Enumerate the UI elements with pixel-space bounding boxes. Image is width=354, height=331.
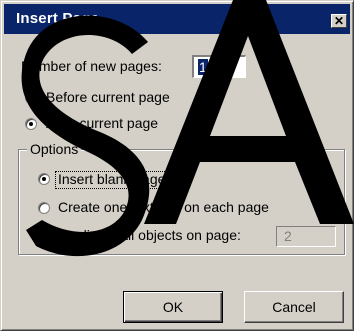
- create-text-box-label[interactable]: Create one text box on each page: [58, 199, 269, 215]
- close-icon: ✕: [333, 14, 345, 28]
- cancel-button[interactable]: Cancel: [244, 291, 344, 323]
- title-bar[interactable]: Insert Page ✕: [4, 4, 350, 34]
- number-of-pages-label: Number of new pages:: [21, 58, 162, 74]
- insert-blank-pages-radio[interactable]: [38, 173, 50, 185]
- number-of-pages-value: 1: [198, 59, 208, 75]
- close-button[interactable]: ✕: [331, 14, 347, 28]
- after-current-page-label[interactable]: After current page: [46, 115, 158, 131]
- dialog-title: Insert Page: [16, 10, 100, 27]
- options-legend: Options: [27, 141, 82, 157]
- number-of-pages-input[interactable]: 1: [192, 55, 246, 78]
- insert-blank-pages-label[interactable]: Insert blank pages: [58, 171, 172, 187]
- insert-page-dialog: Insert Page ✕ Number of new pages: 1 Bef…: [0, 0, 354, 331]
- before-current-page-label[interactable]: Before current page: [46, 89, 170, 105]
- before-current-page-radio[interactable]: [25, 92, 37, 104]
- duplicate-objects-label[interactable]: Duplicate all objects on page:: [58, 227, 241, 243]
- duplicate-page-input: 2: [276, 226, 336, 247]
- ok-button[interactable]: OK: [123, 291, 223, 323]
- create-text-box-radio[interactable]: [38, 202, 50, 214]
- duplicate-page-value: 2: [284, 228, 292, 244]
- after-current-page-radio[interactable]: [25, 118, 37, 130]
- duplicate-objects-radio[interactable]: [38, 230, 50, 242]
